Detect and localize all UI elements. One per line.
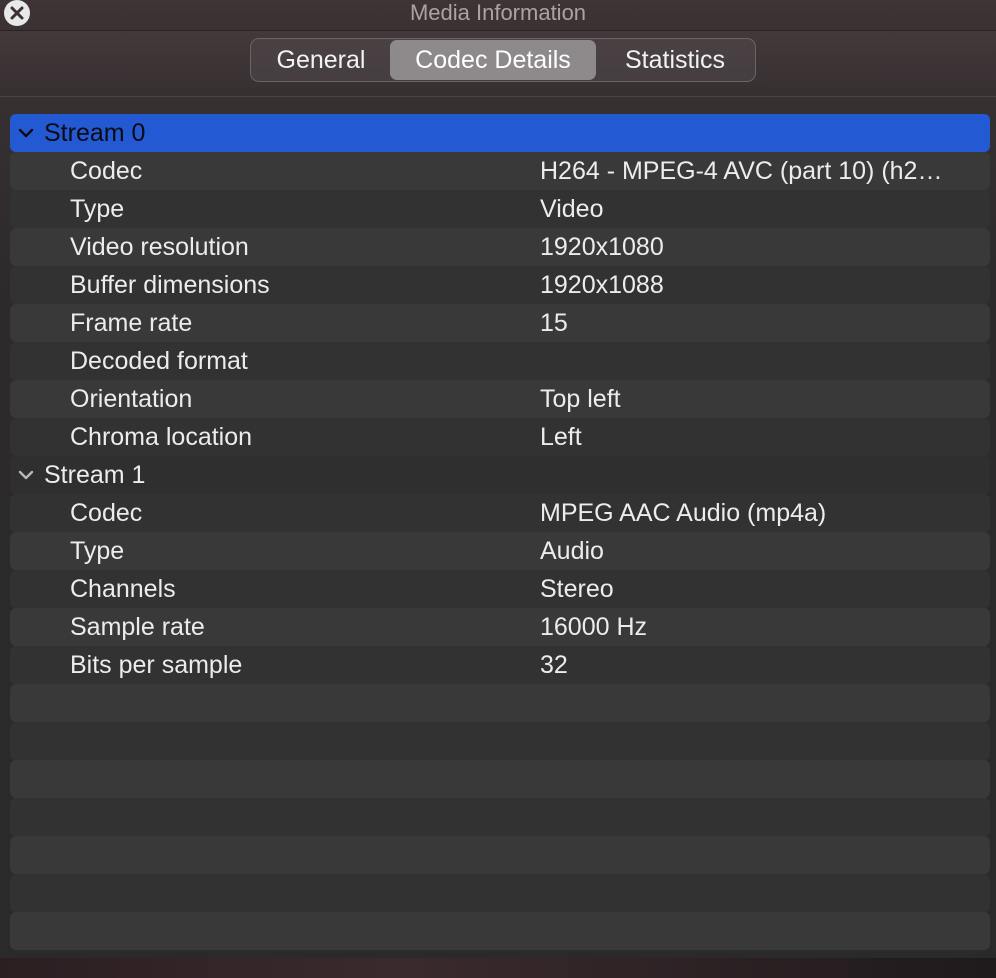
property-key: Buffer dimensions [70, 271, 270, 299]
property-row[interactable]: Channels Stereo [10, 570, 990, 608]
property-key: Chroma location [70, 423, 253, 451]
property-key: Type [70, 537, 125, 565]
empty-row [10, 798, 990, 836]
property-key: Video resolution [70, 233, 249, 261]
empty-row [10, 912, 990, 950]
stream-label: Stream 0 [44, 119, 146, 147]
property-row[interactable]: Codec MPEG AAC Audio (mp4a) [10, 494, 990, 532]
empty-row [10, 684, 990, 722]
property-key: Codec [70, 499, 143, 527]
property-value: 16000 Hz [540, 613, 648, 641]
property-row[interactable]: Chroma location Left [10, 418, 990, 456]
codec-details-outline: Stream 0 Codec H264 - MPEG-4 AVC (part 10)… [10, 114, 990, 956]
property-value: 15 [540, 309, 568, 337]
tab-statistics[interactable]: Statistics [596, 40, 754, 80]
stream-label: Stream 1 [44, 461, 146, 489]
property-key: Bits per sample [70, 651, 243, 679]
chevron-down-icon[interactable] [16, 456, 36, 494]
empty-row [10, 760, 990, 798]
property-value: Stereo [540, 575, 614, 603]
property-row[interactable]: Decoded format [10, 342, 990, 380]
property-key: Frame rate [70, 309, 193, 337]
property-row[interactable]: Sample rate 16000 Hz [10, 608, 990, 646]
background-strip [0, 958, 996, 978]
property-row[interactable]: Codec H264 - MPEG-4 AVC (part 10) (h2… [10, 152, 990, 190]
property-key: Channels [70, 575, 176, 603]
empty-row [10, 874, 990, 912]
property-value: Top left [540, 385, 621, 413]
property-row[interactable]: Orientation Top left [10, 380, 990, 418]
window-title: Media Information [409, 0, 587, 25]
property-value: Video [540, 195, 604, 223]
property-key: Sample rate [70, 613, 205, 641]
property-value: 32 [540, 651, 568, 679]
property-value: 1920x1080 [540, 233, 664, 261]
property-row[interactable]: Video resolution 1920x1080 [10, 228, 990, 266]
property-value: MPEG AAC Audio (mp4a) [540, 499, 827, 527]
chevron-down-icon[interactable] [16, 114, 36, 152]
stream-group-row[interactable]: Stream 1 [10, 456, 990, 494]
property-key: Decoded format [70, 347, 248, 375]
property-row[interactable]: Buffer dimensions 1920x1088 [10, 266, 990, 304]
property-key: Type [70, 195, 125, 223]
property-row[interactable]: Bits per sample 32 [10, 646, 990, 684]
property-value: Left [540, 423, 582, 451]
property-value: H264 - MPEG-4 AVC (part 10) (h2… [540, 157, 943, 185]
media-information-window: Media Information General Codec Details … [0, 0, 996, 978]
property-value: Audio [540, 537, 604, 565]
empty-row [10, 836, 990, 874]
property-row[interactable]: Frame rate 15 [10, 304, 990, 342]
property-key: Orientation [70, 385, 193, 413]
property-key: Codec [70, 157, 143, 185]
tab-segmented-control: General Codec Details Statistics [250, 38, 756, 82]
property-row[interactable]: Type Audio [10, 532, 990, 570]
toolbar: General Codec Details Statistics [0, 30, 996, 97]
tab-codec-details[interactable]: Codec Details [390, 40, 596, 80]
property-value: 1920x1088 [540, 271, 664, 299]
empty-row [10, 722, 990, 760]
stream-group-row[interactable]: Stream 0 [10, 114, 990, 152]
tab-general[interactable]: General [252, 40, 390, 80]
title-bar: Media Information [0, 0, 996, 31]
property-row[interactable]: Type Video [10, 190, 990, 228]
